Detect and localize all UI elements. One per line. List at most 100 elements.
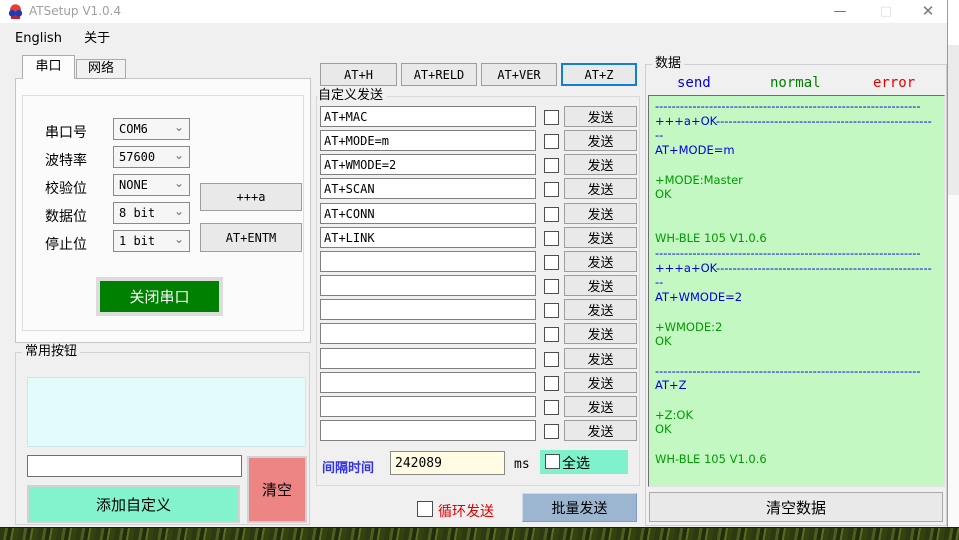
log-line: ----------------------------------------… xyxy=(655,246,921,261)
combobox-value: COM6 xyxy=(119,122,148,136)
field-combobox-4[interactable]: 8 bit ⌄ xyxy=(113,202,190,224)
send-button[interactable]: 发送 xyxy=(564,348,637,369)
close-serial-button[interactable]: 关闭串口 xyxy=(96,277,223,316)
minimize-icon[interactable]: — xyxy=(828,2,852,21)
legend-error: error xyxy=(873,75,916,91)
loop-send-checkbox[interactable] xyxy=(417,501,433,517)
custom-command-checkbox[interactable] xyxy=(544,207,559,222)
log-line: +Z:OK xyxy=(655,407,693,422)
combobox-value: NONE xyxy=(119,178,148,192)
send-button[interactable]: 发送 xyxy=(564,323,637,344)
custom-command-input[interactable] xyxy=(320,227,536,248)
custom-command-checkbox[interactable] xyxy=(544,110,559,125)
custom-command-input[interactable] xyxy=(320,203,536,224)
custom-command-input[interactable] xyxy=(320,299,536,320)
tab-serial[interactable]: 串口 xyxy=(22,55,75,79)
custom-command-input[interactable] xyxy=(320,420,536,441)
log-line: +WMODE:2 xyxy=(655,319,723,334)
common-buttons-group-label: 常用按钮 xyxy=(22,344,81,359)
send-button[interactable]: 发送 xyxy=(564,203,637,224)
loop-send-label: 循环发送 xyxy=(438,504,494,520)
log-line: AT+MODE=m xyxy=(655,143,735,158)
log-line: OK xyxy=(655,334,672,349)
menu-item-english[interactable]: English xyxy=(6,27,71,49)
interval-time-input[interactable] xyxy=(390,451,505,475)
tab-network[interactable]: 网络 xyxy=(76,59,126,79)
custom-command-checkbox[interactable] xyxy=(544,424,559,439)
close-icon[interactable]: ✕ xyxy=(916,2,940,21)
custom-command-checkbox[interactable] xyxy=(544,303,559,318)
log-line: +++a+OK---------------------------------… xyxy=(655,113,932,128)
custom-command-checkbox[interactable] xyxy=(544,352,559,367)
custom-command-checkbox[interactable] xyxy=(544,327,559,342)
screen: ATSetup V1.0.4 — □ ✕ English 关于 串口 网络 串口号… xyxy=(0,0,959,540)
field-combobox-2[interactable]: 57600 ⌄ xyxy=(113,146,190,168)
send-button[interactable]: 发送 xyxy=(564,106,637,127)
custom-command-input[interactable] xyxy=(320,251,536,272)
select-all-checkbox[interactable] xyxy=(545,454,560,469)
at-entm-button[interactable]: AT+ENTM xyxy=(200,223,302,252)
desktop-wallpaper-grass xyxy=(0,527,959,540)
field-combobox-3[interactable]: NONE ⌄ xyxy=(113,174,190,196)
titlebar: ATSetup V1.0.4 — □ ✕ xyxy=(0,0,947,23)
quick-command-button-at-reld[interactable]: AT+RELD xyxy=(401,63,477,86)
send-button[interactable]: 发送 xyxy=(564,299,637,320)
send-button[interactable]: 发送 xyxy=(564,275,637,296)
custom-command-input[interactable] xyxy=(320,154,536,175)
custom-command-checkbox[interactable] xyxy=(544,134,559,149)
custom-command-input[interactable] xyxy=(320,106,536,127)
batch-send-button[interactable]: 批量发送 xyxy=(522,493,637,522)
send-button[interactable]: 发送 xyxy=(564,251,637,272)
custom-command-input[interactable] xyxy=(320,348,536,369)
data-log-area[interactable]: ----------------------------------------… xyxy=(648,95,945,487)
custom-command-input[interactable] xyxy=(320,275,536,296)
interval-unit-label: ms xyxy=(514,457,530,472)
field-combobox-1[interactable]: COM6 ⌄ xyxy=(113,118,190,140)
send-button[interactable]: 发送 xyxy=(564,178,637,199)
custom-command-checkbox[interactable] xyxy=(544,400,559,415)
send-button[interactable]: 发送 xyxy=(564,396,637,417)
send-button[interactable]: 发送 xyxy=(564,420,637,441)
maximize-icon[interactable]: □ xyxy=(874,2,898,21)
custom-command-checkbox[interactable] xyxy=(544,158,559,173)
quick-command-button-at-h[interactable]: AT+H xyxy=(320,63,397,86)
custom-command-checkbox[interactable] xyxy=(544,182,559,197)
legend-send: send xyxy=(677,75,711,91)
menu-item-about[interactable]: 关于 xyxy=(75,23,119,49)
send-button[interactable]: 发送 xyxy=(564,130,637,151)
log-line: -- xyxy=(655,128,664,143)
chevron-down-icon: ⌄ xyxy=(173,148,184,162)
plus-plus-plus-a-button[interactable]: +++a xyxy=(200,183,302,211)
custom-command-input[interactable] xyxy=(320,130,536,151)
common-button-name-input[interactable] xyxy=(27,455,242,477)
send-button[interactable]: 发送 xyxy=(564,154,637,175)
add-custom-button[interactable]: 添加自定义 xyxy=(27,485,240,523)
custom-command-input[interactable] xyxy=(320,178,536,199)
combobox-value: 57600 xyxy=(119,150,156,164)
app-window: ATSetup V1.0.4 — □ ✕ English 关于 串口 网络 串口号… xyxy=(0,0,948,527)
quick-command-button-at-z[interactable]: AT+Z xyxy=(561,63,637,86)
custom-command-input[interactable] xyxy=(320,323,536,344)
custom-command-input[interactable] xyxy=(320,372,536,393)
send-button[interactable]: 发送 xyxy=(564,227,637,248)
send-button[interactable]: 发送 xyxy=(564,372,637,393)
field-label: 校验位 xyxy=(45,181,87,197)
custom-command-checkbox[interactable] xyxy=(544,231,559,246)
custom-command-input[interactable] xyxy=(320,396,536,417)
log-line: AT+Z xyxy=(655,378,687,393)
select-all-label: 全选 xyxy=(562,456,590,472)
clear-list-button[interactable]: 清空 xyxy=(247,456,307,523)
custom-command-checkbox[interactable] xyxy=(544,376,559,391)
field-label: 停止位 xyxy=(45,237,87,253)
custom-command-checkbox[interactable] xyxy=(544,279,559,294)
custom-command-checkbox[interactable] xyxy=(544,255,559,270)
quick-command-button-at-ver[interactable]: AT+VER xyxy=(481,63,557,86)
log-line: -- xyxy=(655,275,664,290)
clear-data-button[interactable]: 清空数据 xyxy=(649,492,943,522)
common-buttons-list[interactable] xyxy=(27,377,306,447)
chevron-down-icon: ⌄ xyxy=(173,176,184,190)
field-combobox-5[interactable]: 1 bit ⌄ xyxy=(113,230,190,252)
